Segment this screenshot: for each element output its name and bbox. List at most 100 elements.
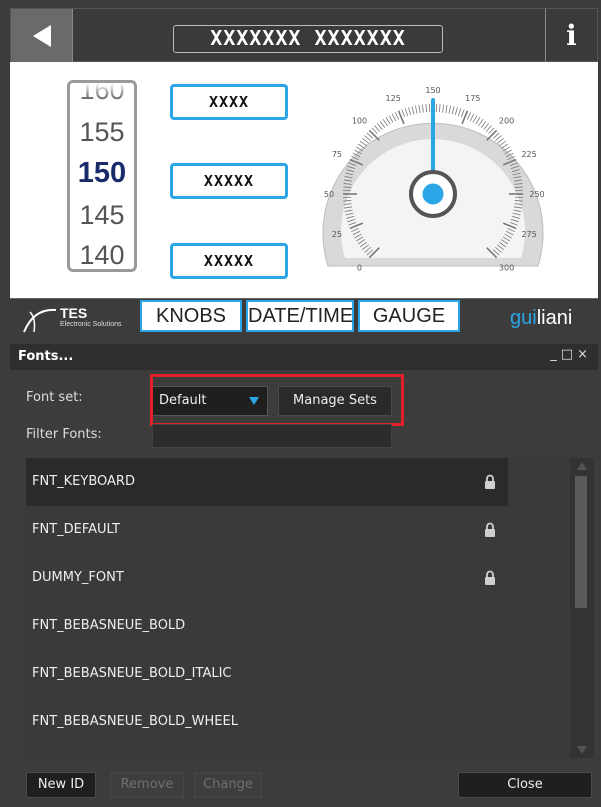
font-list-item[interactable]: FNT_DEFAULT [26, 506, 508, 554]
preview-label-1[interactable]: XXXX [170, 84, 288, 120]
gauge-tick [401, 109, 405, 118]
gauge-tick [404, 108, 409, 117]
info-button[interactable]: i [545, 9, 597, 62]
preview-canvas: 160 155 150 145 140 XXXX XXXXX XXXXX 0 25… [10, 62, 598, 298]
guiliani-logo: guiliani [510, 307, 572, 330]
font-set-label: Font set: [26, 390, 83, 405]
preview-label-3[interactable]: XXXXX [170, 243, 288, 279]
new-id-button[interactable]: New ID [26, 772, 96, 798]
gauge-tick [485, 125, 492, 132]
gauge-tick [394, 112, 400, 120]
lock-icon [485, 570, 495, 585]
gauge-tick [475, 117, 481, 125]
gauge-tick-label: 200 [499, 116, 514, 125]
minimize-icon[interactable]: _ [550, 347, 561, 362]
font-list-item[interactable]: FNT_BEBASNEUE_BOLD_ITALIC [26, 650, 508, 698]
back-button[interactable] [11, 9, 73, 62]
gauge-tick [466, 112, 472, 120]
tes-logo-subtitle: Electronic Solutions [60, 321, 122, 328]
gauge-hub [419, 180, 447, 208]
gauge-tick [448, 105, 451, 114]
font-name: FNT_KEYBOARD [32, 474, 135, 489]
gauge-tick [411, 106, 415, 115]
gauge-tick [385, 117, 391, 125]
back-arrow-icon [33, 25, 51, 47]
gauge-tick-label: 50 [324, 190, 334, 199]
font-set-value: Default [159, 393, 207, 408]
gauge-tick [359, 140, 367, 147]
gauge-tick [379, 120, 386, 128]
nav-gauge-button[interactable]: GAUGE [358, 300, 460, 332]
tes-logo-word: TES [60, 305, 88, 321]
gauge-tick [415, 105, 418, 114]
font-list-scrollbar[interactable] [570, 458, 594, 758]
speed-gauge[interactable]: 0 25 50 75 100 125 150 175 200 225 250 275 300 [315, 62, 555, 298]
number-wheel[interactable]: 160 155 150 145 140 [67, 80, 137, 272]
gauge-tick [425, 104, 427, 113]
filter-fonts-label: Filter Fonts: [26, 427, 102, 442]
lock-icon [485, 522, 495, 537]
gauge-tick [469, 113, 475, 122]
tes-logo: TES Electronic Solutions [22, 303, 142, 335]
gauge-tick [388, 115, 394, 123]
font-list-item[interactable]: FNT_BEBASNEUE_BOLD_WHEEL [26, 698, 508, 746]
fonts-panel-header: Fonts... _□× [10, 344, 598, 370]
gauge-tick [364, 135, 371, 142]
font-name: FNT_DEFAULT [32, 522, 120, 537]
guiliani-logo-prefix: gui [510, 307, 537, 329]
gauge-tick [451, 106, 455, 115]
gauge-tick [478, 118, 484, 127]
gauge-tick-label: 175 [465, 94, 480, 103]
gauge-tick [374, 125, 381, 132]
gauge-tick [457, 108, 462, 117]
gauge-tick [483, 123, 490, 130]
gauge-tick-label: 25 [332, 230, 342, 239]
font-list-item[interactable]: DUMMY_FONT [26, 554, 508, 602]
scroll-down-icon[interactable] [577, 746, 587, 754]
change-button[interactable]: Change [194, 772, 262, 798]
preview-label-2[interactable]: XXXXX [170, 163, 288, 199]
scroll-up-icon[interactable] [577, 462, 587, 470]
gauge-tick-label: 150 [425, 86, 440, 95]
wheel-value: 140 [79, 240, 125, 270]
preview-top-bar: XXXXXXX XXXXXXX i [10, 8, 598, 62]
font-list-item[interactable]: FNT_BEBASNEUE_BOLD [26, 602, 508, 650]
font-list: FNT_KEYBOARD FNT_DEFAULT DUMMY_FONT FNT_BEB… [26, 458, 594, 758]
gauge-tick [500, 143, 509, 149]
gauge-tick [376, 123, 383, 130]
dropdown-arrow-icon [249, 397, 259, 405]
font-set-dropdown[interactable]: Default [152, 386, 268, 416]
nav-knobs-button[interactable]: KNOBS [140, 300, 242, 332]
gauge-tick [408, 107, 412, 116]
font-name: FNT_BEBASNEUE_BOLD_ITALIC [32, 666, 232, 681]
filter-fonts-input[interactable] [152, 424, 392, 448]
font-list-item[interactable]: FNT_KEYBOARD [26, 458, 508, 506]
scroll-thumb[interactable] [575, 476, 587, 608]
gauge-tick-label: 75 [332, 150, 342, 159]
font-name: FNT_BEBASNEUE_BOLD [32, 618, 186, 633]
gauge-tick-label: 0 [357, 264, 362, 273]
manage-sets-button[interactable]: Manage Sets [278, 386, 392, 416]
wheel-selected-value: 150 [77, 157, 127, 189]
gauge-tick [362, 137, 369, 144]
gauge-tick [497, 137, 504, 144]
gauge-tick [495, 135, 502, 142]
maximize-icon[interactable]: □ [561, 347, 577, 362]
gauge-tick-label: 300 [499, 264, 514, 273]
wheel-value: 155 [79, 117, 125, 147]
gauge-tick [382, 118, 388, 127]
gauge-tick [368, 129, 380, 141]
guiliani-logo-suffix: liani [536, 307, 573, 329]
panel-title: Fonts... [18, 349, 74, 364]
gauge-tick [422, 104, 424, 113]
gauge-tick-label: 275 [521, 230, 536, 239]
lock-icon [485, 474, 495, 489]
font-name: FNT_BEBASNEUE_BOLD_WHEEL [32, 714, 238, 729]
close-button[interactable]: Close [458, 772, 592, 798]
gauge-tick [357, 143, 366, 149]
close-icon[interactable]: × [577, 347, 592, 362]
preview-title: XXXXXXX XXXXXXX [173, 25, 443, 53]
remove-button[interactable]: Remove [110, 772, 184, 798]
tes-swoosh-icon [23, 308, 57, 333]
nav-datetime-button[interactable]: DATE/TIME [246, 300, 354, 332]
